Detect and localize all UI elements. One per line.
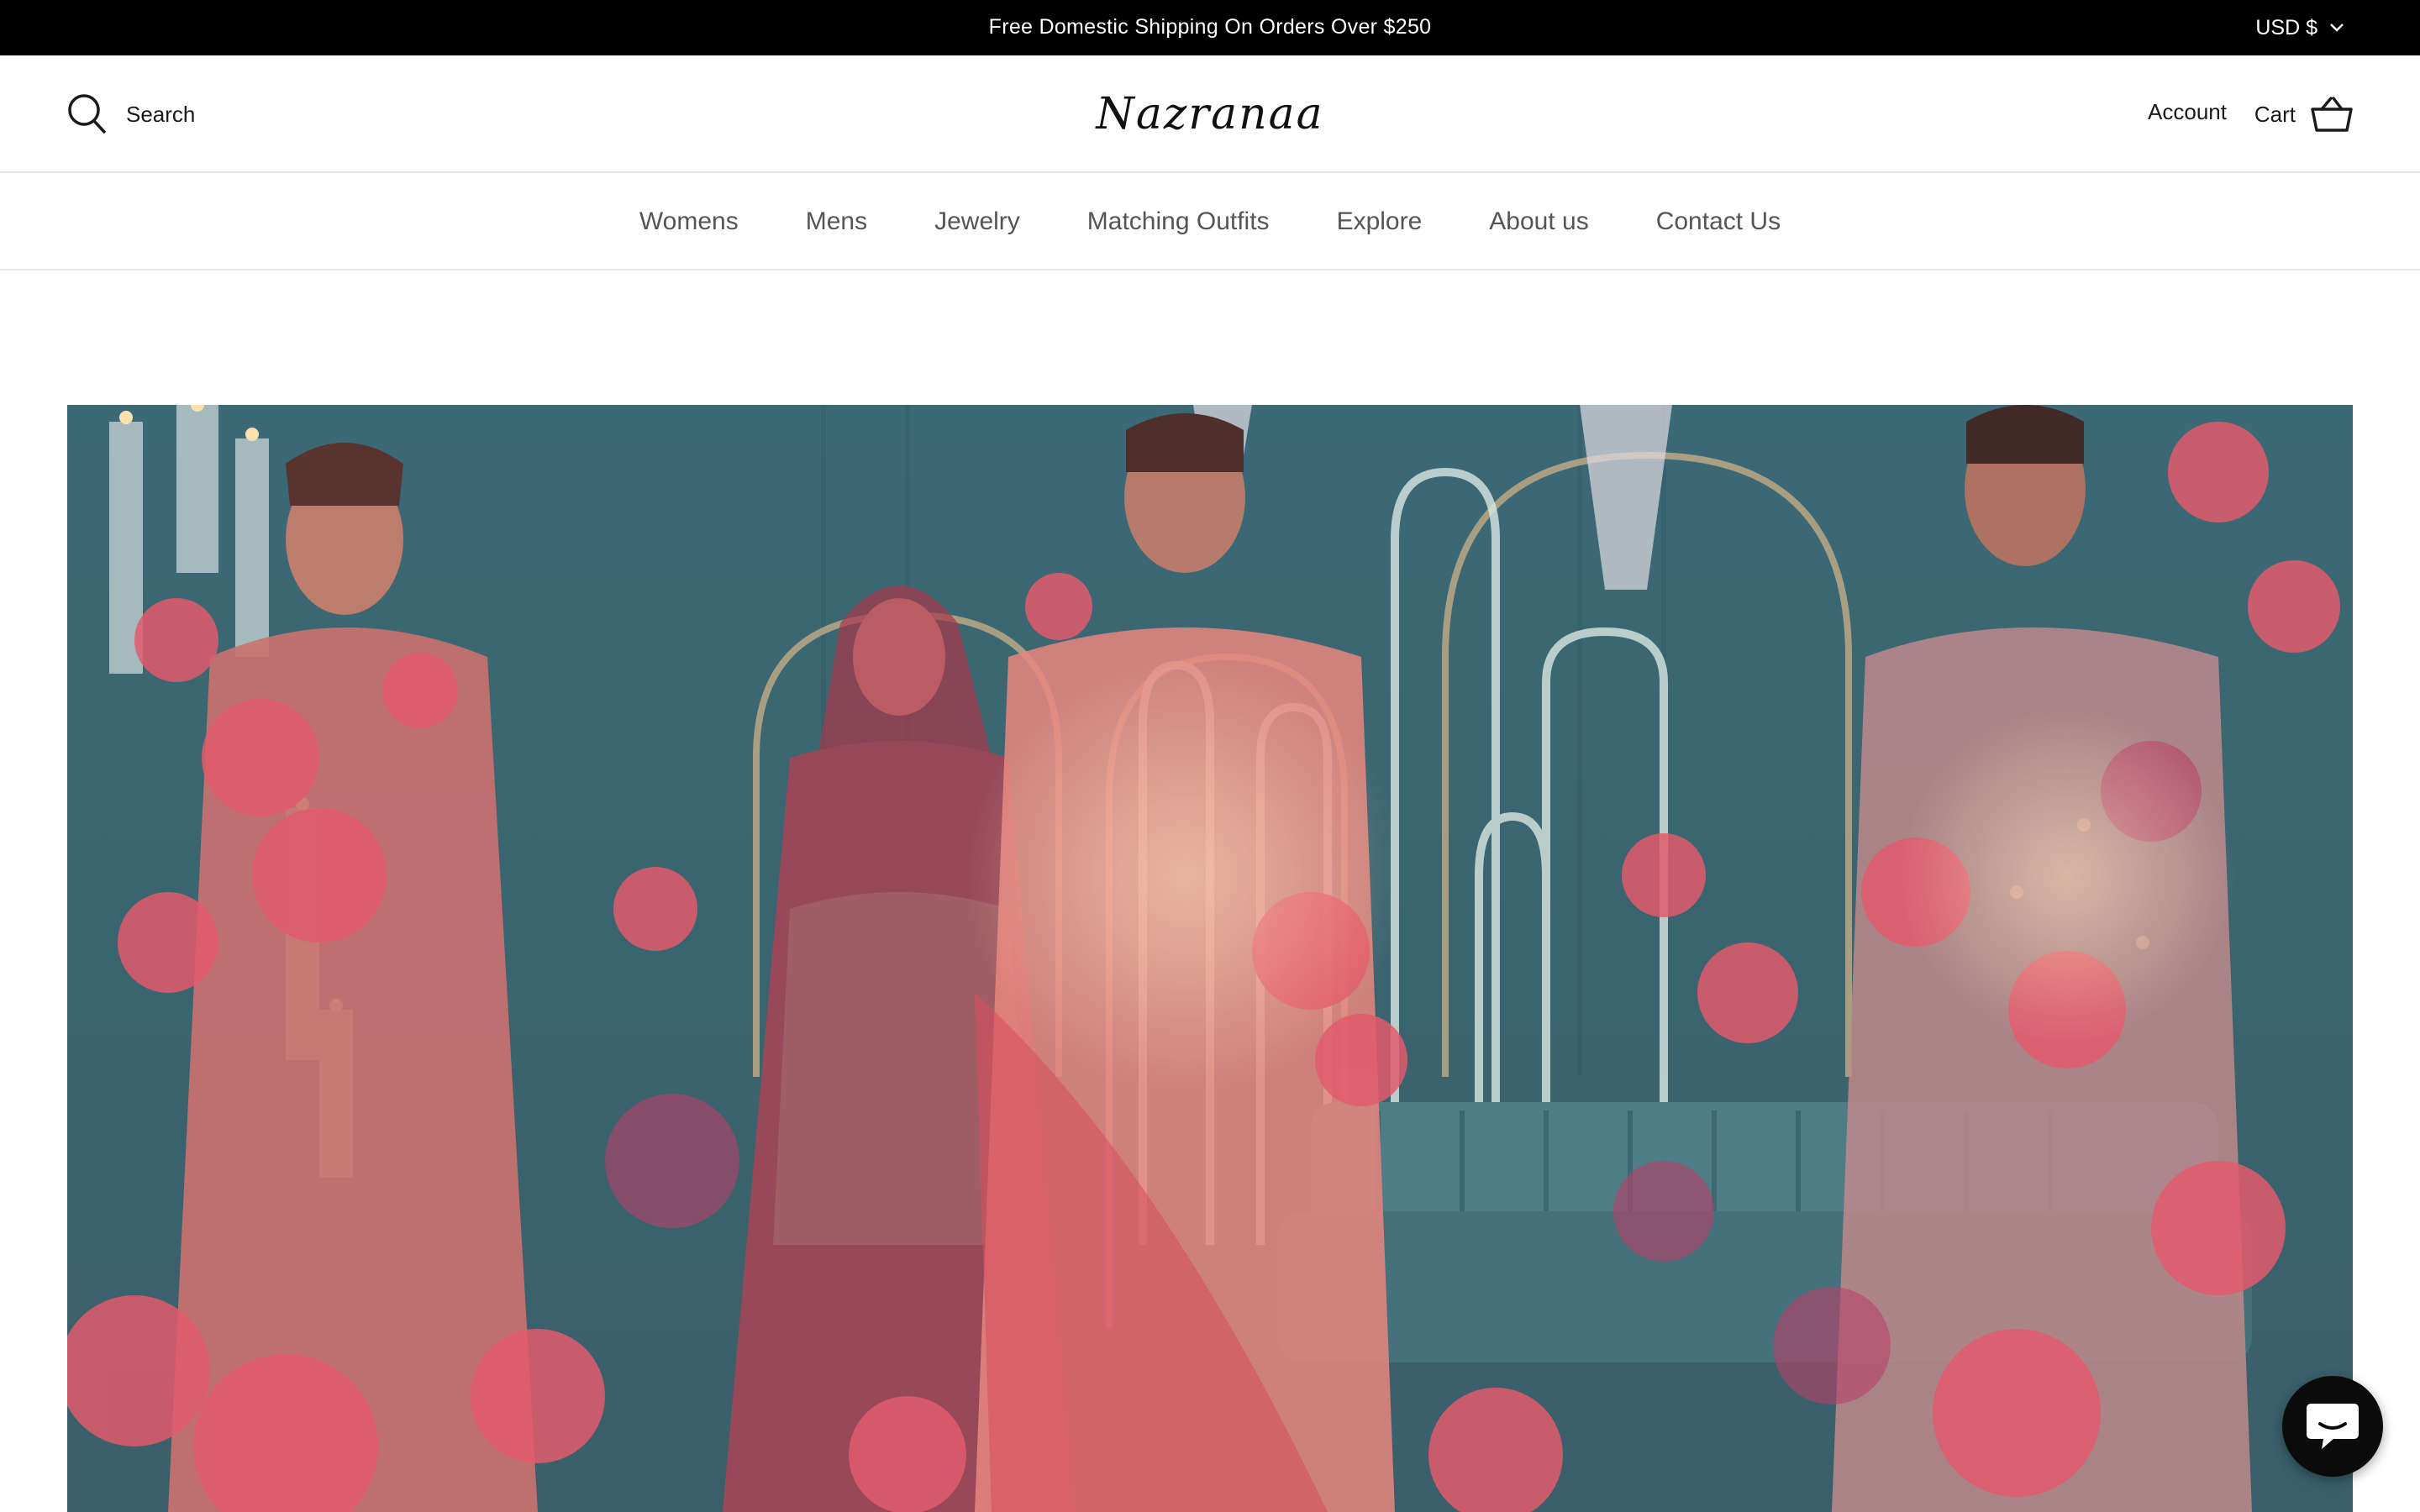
currency-selector[interactable]: USD $ <box>2255 0 2344 55</box>
currency-label: USD $ <box>2255 15 2317 39</box>
announcement-text: Free Domestic Shipping On Orders Over $2… <box>988 15 1432 39</box>
site-header: Search Nazranaa Account Cart <box>0 55 2420 173</box>
nav-item-jewelry[interactable]: Jewelry <box>934 207 1020 236</box>
basket-icon <box>2311 97 2353 132</box>
chat-button[interactable] <box>2282 1376 2383 1477</box>
nav-item-matching-outfits[interactable]: Matching Outfits <box>1087 207 1270 236</box>
nav-item-explore[interactable]: Explore <box>1337 207 1423 236</box>
nav-item-womens[interactable]: Womens <box>639 207 739 236</box>
announcement-bar: Free Domestic Shipping On Orders Over $2… <box>0 0 2420 55</box>
account-link[interactable]: Account <box>2148 99 2227 125</box>
chevron-down-icon <box>2330 24 2344 32</box>
site-logo[interactable]: Nazranaa <box>0 81 2420 148</box>
cart-label: Cart <box>2254 101 2296 127</box>
cart-link[interactable]: Cart <box>2254 91 2353 138</box>
chat-icon <box>2307 1404 2359 1449</box>
nav-item-about-us[interactable]: About us <box>1489 207 1588 236</box>
hero-image <box>67 405 2353 1512</box>
nav-item-contact-us[interactable]: Contact Us <box>1656 207 1781 236</box>
main-nav: Womens Mens Jewelry Matching Outfits Exp… <box>0 173 2420 270</box>
nav-item-mens[interactable]: Mens <box>806 207 867 236</box>
hero-banner[interactable] <box>67 405 2353 1512</box>
